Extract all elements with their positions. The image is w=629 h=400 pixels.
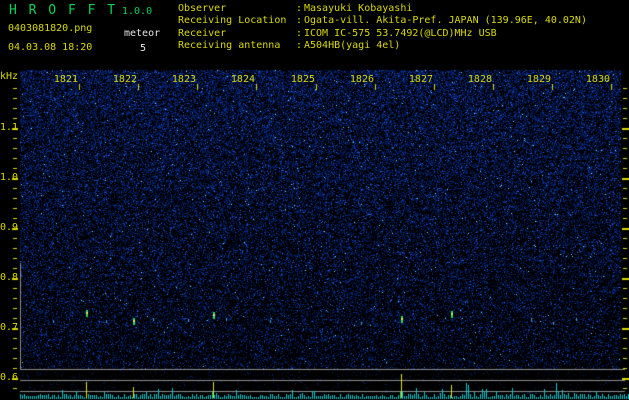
info-value-location: Ogata-vill. Akita-Pref. JAPAN (139.96E, … [304,15,587,27]
station-info-block: Observer : Masayuki Kobayashi Receiving … [178,3,587,53]
spectrogram-canvas [0,0,629,400]
info-colon: : [296,3,303,14]
output-filename: 0403081820.png [8,23,93,34]
time-tick-label: 1828 [467,74,492,85]
info-label-antenna: Receiving antenna [178,40,281,52]
freq-axis-unit: kHz [0,71,19,82]
info-colon: : [296,40,303,52]
freq-tick-label: 0.9 [0,222,19,233]
time-tick-label: 1829 [526,74,551,85]
time-tick-label: 1825 [290,74,315,85]
hrofft-output-screen: H R O F F T 1.0.0 0403081820.png meteor … [0,0,629,400]
app-version: 1.0.0 [122,6,153,17]
info-colon: : [296,15,303,27]
info-value-observer: Masayuki Kobayashi [304,3,413,14]
time-tick-label: 1822 [112,74,137,85]
meteor-mode-label: meteor [124,28,161,39]
info-value-antenna: A504HB(yagi 4el) [304,40,401,52]
freq-tick-label: 0.7 [0,322,19,333]
time-tick-label: 1823 [171,74,196,85]
info-colon: : [296,27,303,39]
freq-tick-label: 0.8 [0,272,19,283]
observation-datetime: 04.03.08 18:20 [8,42,93,53]
time-tick-label: 1826 [349,74,374,85]
freq-tick-label: 1.1 [0,122,19,133]
info-label-receiver: Receiver [178,27,227,39]
app-title: H R O F F T [9,3,118,18]
info-value-receiver: ICOM IC-575 53.7492(@LCD)MHz USB [304,27,497,39]
info-label-observer: Observer [178,3,227,14]
time-tick-label: 1824 [230,74,255,85]
meteor-count: 5 [140,43,147,54]
freq-tick-label: 0.6 [0,372,19,383]
time-tick-label: 1827 [408,74,433,85]
time-tick-label: 1821 [53,74,78,85]
info-label-location: Receiving Location [178,15,287,27]
freq-tick-label: 1.0 [0,172,19,183]
time-tick-label: 1830 [585,74,610,85]
